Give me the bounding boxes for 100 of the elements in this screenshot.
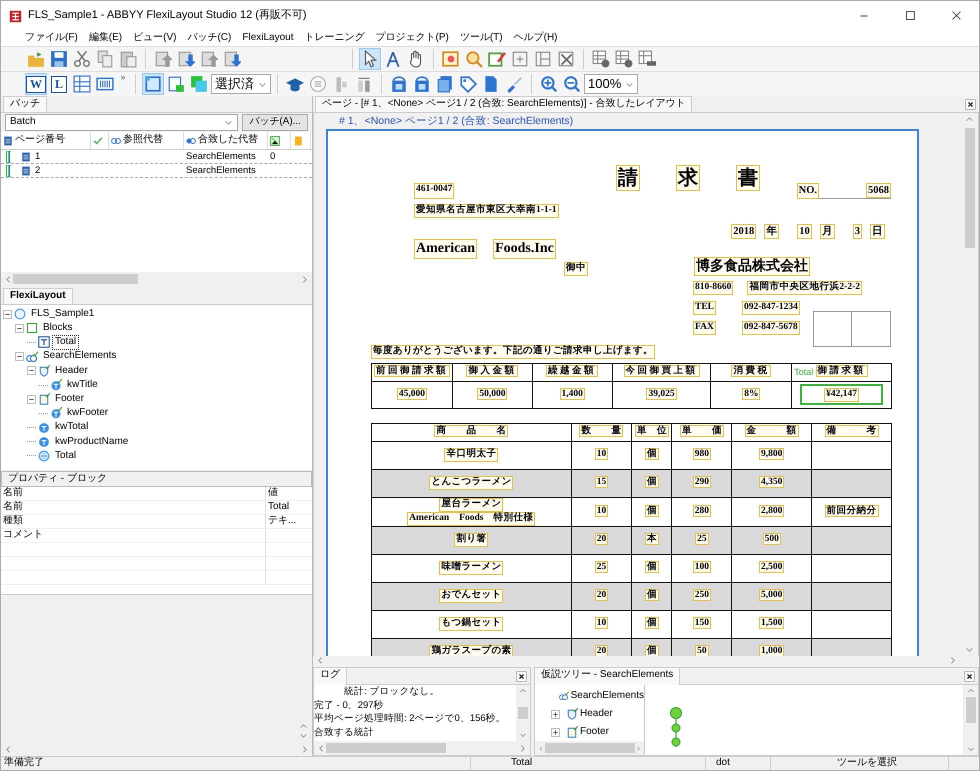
tree-item[interactable]: Footer <box>580 726 609 738</box>
toolbar-button[interactable] <box>538 73 560 95</box>
collapse-icon[interactable] <box>15 352 24 362</box>
table-cell: 個 <box>644 561 659 574</box>
toolbar-button[interactable] <box>71 73 93 95</box>
menu-item[interactable]: プロジェクト(P) <box>376 32 449 45</box>
tree-item[interactable]: Total <box>52 448 80 464</box>
tree-item[interactable]: Header <box>52 364 91 378</box>
frame-split-icon <box>534 50 552 68</box>
column-header: ページ番号 <box>15 134 65 147</box>
window-title: FLS_Sample1 - ABBYY FlexiLayout Studio 12 (再販不可) <box>28 9 307 23</box>
document-text: 毎度ありがとうございます。下記の通りご請求申し上げます。 <box>371 345 655 359</box>
toolbar-button[interactable] <box>613 48 635 70</box>
table-cell: 2,800 <box>759 504 784 517</box>
document-text: 2018 <box>731 224 756 240</box>
batch-button[interactable]: バッチ(A)... <box>242 114 308 131</box>
selection-frame[interactable]: ¥42,147 <box>800 384 883 406</box>
collapse-icon[interactable] <box>27 394 36 404</box>
scrollbar-thumb[interactable] <box>13 274 138 284</box>
scrollbar-thumb[interactable] <box>518 707 528 719</box>
column-header: 御入金額 <box>466 365 518 378</box>
toolbar-button[interactable] <box>48 48 70 70</box>
table-cell: 5,000 <box>759 589 784 602</box>
toolbar-button[interactable] <box>359 48 381 70</box>
table-cell: 名前 <box>3 501 23 512</box>
tree-item[interactable]: SearchElements <box>570 690 644 702</box>
panel-tab[interactable]: ログ <box>314 668 347 684</box>
collapse-icon[interactable] <box>27 366 36 376</box>
block-icon <box>167 75 185 93</box>
page-caption: # 1、<None> ページ1 / 2 (合致: SearchElements) <box>338 114 574 129</box>
collapse-icon[interactable] <box>15 324 24 333</box>
panel-tab[interactable]: 仮説ツリー - SearchElements <box>535 668 680 684</box>
dropdown[interactable]: 選択済 <box>211 74 271 94</box>
pages-icon <box>436 75 454 93</box>
menu-item[interactable]: ツール(T) <box>460 32 503 45</box>
menu-item[interactable]: FlexiLayout <box>242 32 294 45</box>
table-cell: 2,500 <box>759 561 784 574</box>
expand-icon[interactable] <box>551 710 560 718</box>
tree-item[interactable]: Blocks <box>40 321 76 336</box>
table-cell: 45,000 <box>396 388 428 400</box>
document-tab[interactable]: ページ - [# 1、<None> ページ1 / 2 (合致: SearchElements)] - 合致したレイアウト <box>315 96 692 112</box>
toolbar-button[interactable] <box>71 48 93 70</box>
table-cell: 0 <box>270 150 276 162</box>
menu-item[interactable]: バッチ(C) <box>187 32 232 45</box>
table-cell: 前回分納分 <box>824 504 879 517</box>
document-text: 10 <box>797 224 812 240</box>
table-cell: 50,000 <box>477 388 508 400</box>
scroll-left-icon <box>538 744 544 752</box>
tree-item[interactable]: Total <box>52 335 80 350</box>
table-cell: コメント <box>3 529 43 540</box>
tree-item[interactable]: Footer <box>52 392 87 406</box>
table-cell: SearchElements <box>186 150 256 162</box>
document-text: 092-847-1234 <box>742 301 800 315</box>
menu-item[interactable]: トレーニング <box>304 32 364 45</box>
panel-tab[interactable]: バッチ <box>3 96 47 112</box>
tree-item[interactable]: kwTotal <box>52 420 92 435</box>
tree-item[interactable]: SearchElements <box>40 349 120 364</box>
scroll-up-icon <box>966 687 974 695</box>
tree-item[interactable]: kwTitle <box>64 378 101 392</box>
toolbar-button[interactable] <box>142 73 164 95</box>
document-text: 461-0047 <box>414 183 454 200</box>
toolbar-button[interactable] <box>561 73 583 95</box>
scrollbar-thumb[interactable] <box>544 743 634 753</box>
overflow-button[interactable]: » <box>117 72 129 84</box>
menu-item[interactable]: ビュー(V) <box>133 32 176 45</box>
table-cell: ¥42,147 <box>824 388 860 402</box>
table-cell: 9,800 <box>759 448 784 460</box>
tree-item[interactable]: FLS_Sample1 <box>28 306 98 322</box>
toolbar-button[interactable]: L <box>48 73 70 95</box>
copy-icon <box>96 50 114 68</box>
column-header: 今回御買上額 <box>624 365 700 378</box>
zoom-out-icon <box>563 75 581 93</box>
toolbar-button[interactable] <box>590 48 612 70</box>
menu-item[interactable]: ファイル(F) <box>25 32 78 45</box>
table-cell: テキ... <box>268 515 296 526</box>
table-cell: 150 <box>692 617 711 630</box>
toolbar-button[interactable]: W <box>25 73 47 95</box>
menu-item[interactable]: 編集(E) <box>88 32 122 45</box>
collapse-icon[interactable] <box>3 310 12 319</box>
tree-item[interactable]: Header <box>580 708 613 720</box>
tree-item[interactable]: kwFooter <box>64 406 112 421</box>
element-icon <box>38 436 50 448</box>
table-cell: 4,350 <box>759 476 784 488</box>
block-label: Total <box>794 366 814 377</box>
expand-icon[interactable] <box>551 728 560 736</box>
app-logo-icon <box>9 10 22 22</box>
scrollbar-thumb[interactable] <box>964 128 974 248</box>
scrollbar-thumb[interactable] <box>326 743 446 753</box>
scrollbar-thumb[interactable] <box>966 697 976 723</box>
menu-item[interactable]: ヘルプ(H) <box>514 32 558 45</box>
table-cell: 2 <box>35 164 40 176</box>
frame-plus-icon <box>511 50 529 68</box>
dropdown[interactable]: 100% <box>584 74 638 94</box>
panel-tab[interactable]: FlexiLayout <box>3 288 73 304</box>
scroll-down-icon <box>966 745 974 753</box>
document-text: TEL <box>693 301 716 315</box>
batch-dropdown[interactable]: Batch <box>5 114 238 131</box>
tree-item[interactable]: kwProductName <box>52 434 132 450</box>
document-text: 810-8660 <box>693 281 734 295</box>
page-arrow-icon <box>154 50 172 68</box>
